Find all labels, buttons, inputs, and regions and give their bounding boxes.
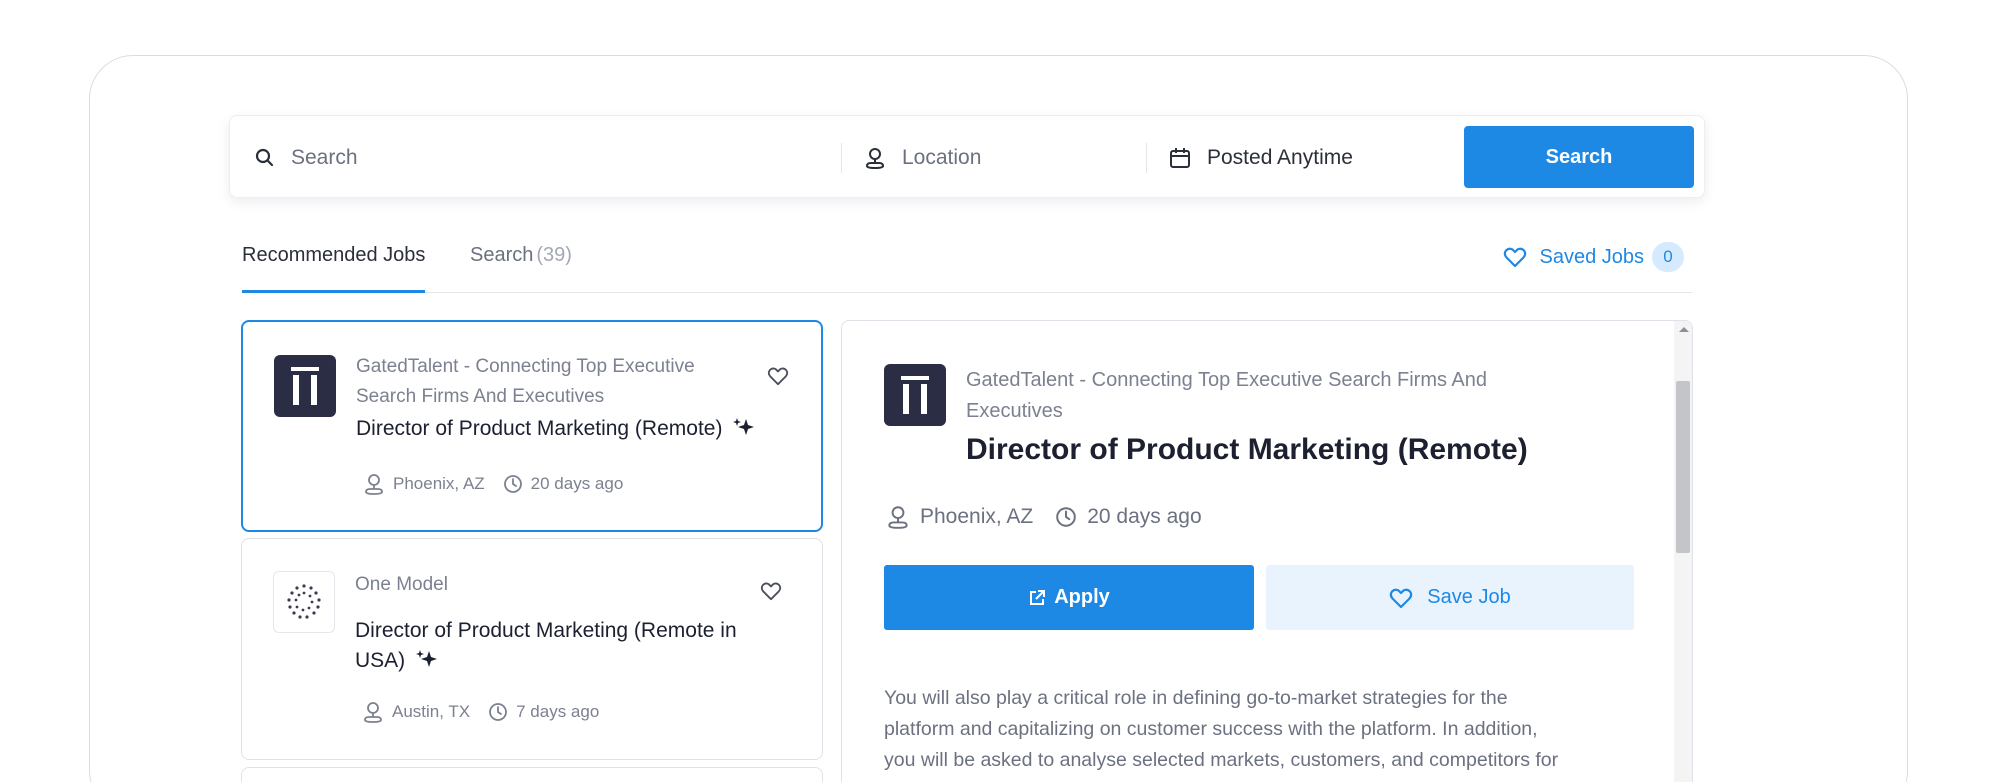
heart-icon [1504, 247, 1527, 268]
description-line: platform and capitalizing on customer su… [884, 718, 1538, 740]
posted-date-select[interactable]: Posted Anytime [1169, 116, 1429, 199]
job-card[interactable]: GatedTalent - Connecting Top Executive S… [241, 320, 823, 532]
apply-label: Apply [1054, 586, 1110, 608]
tab-label: Search [470, 244, 534, 266]
tab-search-results[interactable]: Search (39) [470, 244, 572, 293]
job-tabs: Recommended Jobs Search (39) Saved Jobs 0 [242, 236, 1692, 293]
external-link-icon [1030, 589, 1046, 605]
company-logo [884, 364, 946, 426]
job-location: Austin, TX [392, 702, 471, 721]
sparkle-icon [733, 418, 755, 435]
company-name-line: GatedTalent - Connecting Top Executive [356, 356, 695, 377]
saved-jobs-label: Saved Jobs [1539, 245, 1644, 268]
location-pin-icon [364, 702, 382, 723]
job-posted-time: 20 days ago [530, 474, 624, 493]
location-pin-icon [865, 147, 885, 169]
detail-job-title: Director of Product Marketing (Remote) [966, 433, 1528, 466]
detail-company-name: GatedTalent - Connecting Top Executive S… [966, 365, 1586, 427]
job-title-line: Director of Product Marketing (Remote in [355, 619, 737, 642]
clock-icon [503, 475, 522, 493]
company-name: GatedTalent - Connecting Top Executive S… [356, 352, 695, 412]
save-heart-icon[interactable] [760, 581, 782, 601]
save-job-button[interactable]: Save Job [1266, 565, 1634, 630]
apply-button[interactable]: Apply [884, 565, 1254, 630]
divider [841, 143, 842, 173]
job-title[interactable]: Director of Product Marketing (Remote in… [355, 616, 737, 676]
company-name: One Model [355, 574, 448, 595]
job-title-text: Director of Product Marketing (Remote) [356, 417, 723, 440]
result-count: (39) [536, 244, 572, 266]
job-location: Phoenix, AZ [393, 474, 485, 493]
location-placeholder: Location [902, 145, 982, 169]
job-meta: Austin, TX 7 days ago [362, 700, 617, 724]
job-detail-panel: GatedTalent - Connecting Top Executive S… [841, 320, 1693, 782]
company-logo [274, 355, 336, 417]
job-title-line: USA) [355, 649, 406, 672]
calendar-icon [1170, 147, 1190, 168]
search-icon [255, 148, 274, 166]
company-name-line: GatedTalent - Connecting Top Executive S… [966, 369, 1488, 391]
tab-label: Recommended Jobs [242, 244, 426, 266]
saved-jobs-link[interactable]: Saved Jobs 0 [1503, 242, 1684, 272]
job-title-line-wrap: USA) [355, 646, 737, 676]
detail-posted-time: 20 days ago [1087, 505, 1202, 528]
heart-icon [1390, 588, 1413, 608]
company-logo [273, 571, 335, 633]
location-input[interactable]: Location [864, 116, 1124, 199]
detail-scrollbar[interactable] [1674, 321, 1692, 782]
company-name-line: Search Firms And Executives [356, 386, 605, 407]
clock-icon [489, 703, 508, 721]
posted-date-value: Posted Anytime [1207, 145, 1353, 169]
job-card[interactable]: One Model Director of Product Marketing … [241, 538, 823, 760]
one-model-logo-icon [287, 584, 321, 619]
detail-location: Phoenix, AZ [920, 505, 1034, 528]
sparkle-icon [416, 650, 438, 667]
job-meta: Phoenix, AZ 20 days ago [363, 472, 641, 496]
scroll-up-arrow-icon[interactable] [1679, 327, 1689, 332]
job-description: You will also play a critical role in de… [884, 683, 1644, 776]
company-name-line: Executives [966, 400, 1063, 422]
description-line: you will be asked to analyse selected ma… [884, 749, 1559, 771]
clock-icon [1056, 507, 1077, 527]
save-heart-icon[interactable] [767, 366, 789, 386]
saved-jobs-count-badge: 0 [1652, 242, 1684, 272]
job-card[interactable] [241, 767, 823, 782]
scrollbar-thumb[interactable] [1676, 381, 1690, 553]
save-job-label: Save Job [1427, 586, 1511, 608]
divider [1146, 143, 1147, 173]
keyword-search-input[interactable]: Search [255, 116, 835, 199]
job-posted-time: 7 days ago [516, 702, 600, 721]
location-pin-icon [888, 506, 908, 529]
search-button[interactable]: Search [1464, 126, 1694, 188]
search-bar: Search Location Posted Anytime Search [229, 115, 1705, 198]
detail-meta: Phoenix, AZ 20 days ago [886, 504, 1224, 530]
description-line: You will also play a critical role in de… [884, 687, 1508, 709]
tab-recommended-jobs[interactable]: Recommended Jobs [242, 244, 426, 293]
location-pin-icon [365, 474, 383, 495]
keyword-placeholder: Search [291, 145, 358, 169]
job-title[interactable]: Director of Product Marketing (Remote) [356, 414, 756, 444]
